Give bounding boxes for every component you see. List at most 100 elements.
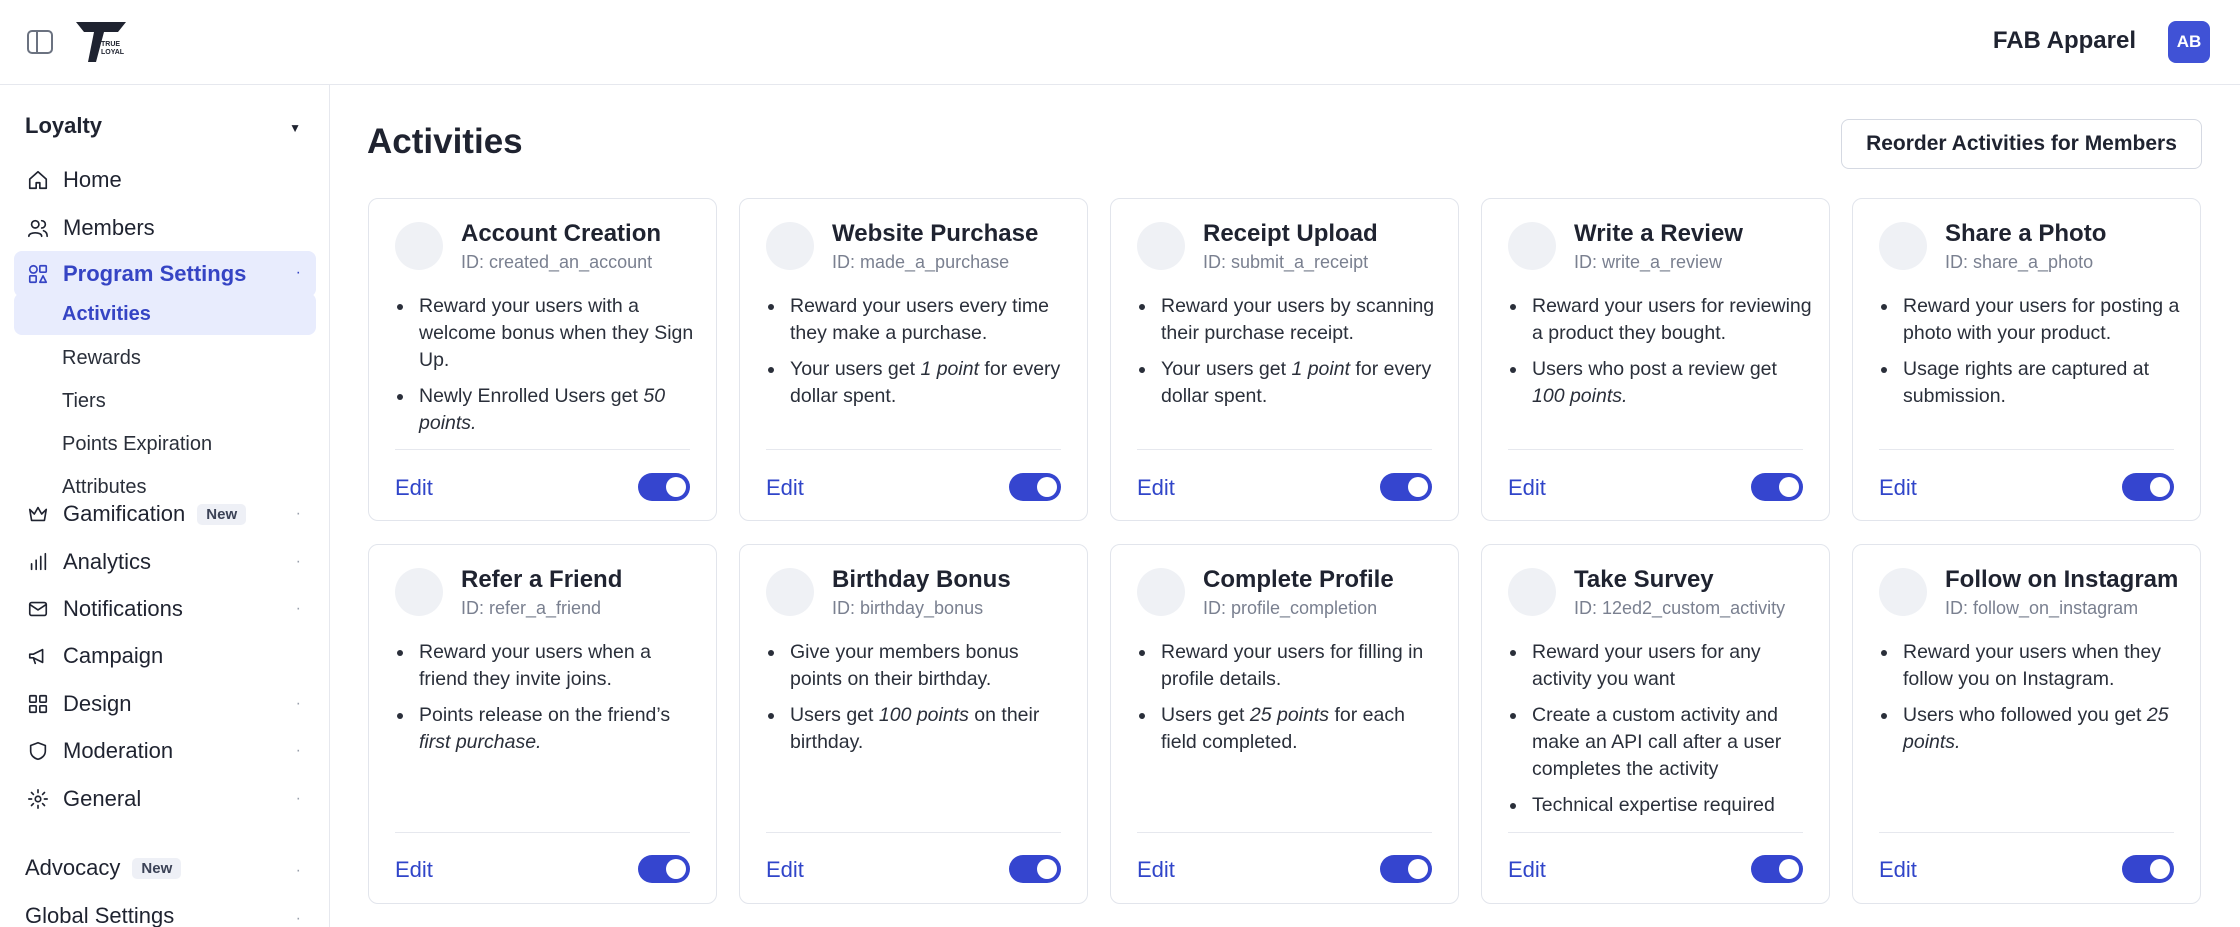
description-text: Reward your users when they follow you o…	[1903, 641, 2161, 690]
card-divider	[1508, 449, 1803, 450]
activity-card-take-survey: Take Survey ID: 12ed2_custom_activity Rewa…	[1481, 544, 1830, 904]
description-text: Reward your users every time they make a…	[790, 295, 1050, 344]
sidebar-subitem-activities[interactable]: Activities	[14, 293, 316, 335]
sidebar: Loyalty ▼ Home Members Program Settings · A…	[0, 85, 330, 927]
activity-toggle[interactable]	[1751, 855, 1803, 883]
sidebar-subitem-tiers[interactable]: Tiers	[14, 380, 316, 422]
toggle-knob	[2150, 477, 2170, 497]
expand-dot-icon[interactable]: ·	[296, 791, 301, 807]
activity-title: Share a Photo	[1945, 220, 2107, 247]
toggle-knob	[1779, 477, 1799, 497]
expand-dot-icon[interactable]: ·	[296, 554, 301, 570]
sidebar-item-label: Notifications	[63, 596, 183, 621]
sidebar-item-home[interactable]: Home	[14, 157, 316, 203]
description-text: Reward your users with a welcome bonus w…	[419, 295, 694, 371]
sidebar-item-general[interactable]: General	[14, 776, 316, 822]
sidebar-item-campaign[interactable]: Campaign	[14, 633, 316, 679]
expand-dot-icon[interactable]: ·	[296, 743, 301, 759]
user-avatar[interactable]: AB	[2168, 21, 2210, 63]
sidebar-item-moderation[interactable]: Moderation	[14, 728, 316, 774]
toggle-knob	[1037, 859, 1057, 879]
sidebar-item-gamification[interactable]: Gamification New	[14, 491, 316, 537]
activity-toggle[interactable]	[2122, 473, 2174, 501]
sidebar-item-program-settings[interactable]: Program Settings	[14, 251, 316, 297]
activity-toggle[interactable]	[638, 473, 690, 501]
sidebar-section-loyalty[interactable]: Loyalty	[25, 113, 102, 139]
activity-toggle[interactable]	[1751, 473, 1803, 501]
toggle-knob	[1408, 477, 1428, 497]
activity-icon	[1137, 568, 1185, 616]
sidebar-subitem-points-expiration[interactable]: Points Expiration	[14, 423, 316, 465]
activity-card-website-purchase: Website Purchase ID: made_a_purchase Rewar…	[739, 198, 1088, 521]
sidebar-section-global-settings[interactable]: Global Settings	[25, 903, 174, 927]
activity-description-list: Reward your users with a welcome bonus w…	[415, 293, 701, 446]
reorder-activities-button[interactable]: Reorder Activities for Members	[1841, 119, 2202, 169]
edit-link[interactable]: Edit	[395, 857, 433, 883]
brand-logo[interactable]: TRUE LOYAL	[74, 20, 128, 64]
sidebar-section-label: Loyalty	[25, 113, 103, 138]
activity-title: Account Creation	[461, 220, 662, 247]
expand-dot-icon[interactable]: ·	[296, 601, 301, 617]
activity-toggle[interactable]	[638, 855, 690, 883]
caret-down-icon[interactable]: ▼	[289, 121, 301, 135]
sidebar-toggle-icon[interactable]	[26, 29, 54, 55]
sidebar-item-label: General	[63, 786, 142, 811]
sidebar-item-label: Campaign	[63, 643, 164, 668]
activity-toggle[interactable]	[1009, 473, 1061, 501]
edit-link[interactable]: Edit	[766, 857, 804, 883]
activity-description-item: Reward your users for any activity you w…	[1528, 639, 1814, 693]
expand-dot-icon[interactable]: ·	[296, 911, 301, 927]
card-divider	[1879, 832, 2174, 833]
sidebar-item-label: Members	[63, 215, 155, 240]
edit-link[interactable]: Edit	[1879, 475, 1917, 501]
activity-toggle[interactable]	[1009, 855, 1061, 883]
edit-link[interactable]: Edit	[1137, 857, 1175, 883]
edit-link[interactable]: Edit	[1508, 475, 1546, 501]
sidebar-item-members[interactable]: Members	[14, 205, 316, 251]
activity-description-list: Reward your users for any activity you w…	[1528, 639, 1814, 828]
description-text: Users get	[790, 704, 879, 726]
activity-description-item: Users who post a review get 100 points.	[1528, 356, 1814, 410]
description-text: Reward your users for posting a photo wi…	[1903, 295, 2180, 344]
activity-description-item: Users get 100 points on their birthday.	[786, 702, 1072, 756]
activity-id: ID: made_a_purchase	[832, 252, 1010, 272]
activity-toggle[interactable]	[1380, 473, 1432, 501]
description-text: Points release on the friend’s	[419, 704, 671, 726]
description-text: Reward your users when a friend they inv…	[419, 641, 651, 690]
expand-dot-icon[interactable]: ·	[296, 506, 301, 522]
activity-toggle[interactable]	[2122, 855, 2174, 883]
description-text: Users who followed you get	[1903, 704, 2147, 726]
activity-card-write-a-review: Write a Review ID: write_a_review Reward y…	[1481, 198, 1830, 521]
sidebar-section-advocacy[interactable]: Advocacy New	[25, 855, 182, 881]
sidebar-item-analytics[interactable]: Analytics	[14, 539, 316, 585]
expand-dot-icon[interactable]: ·	[296, 696, 301, 712]
edit-link[interactable]: Edit	[1879, 857, 1917, 883]
organization-name[interactable]: FAB Apparel	[1993, 27, 2136, 55]
expand-dot-icon[interactable]: ·	[296, 265, 301, 281]
activity-card-receipt-upload: Receipt Upload ID: submit_a_receipt Reward…	[1110, 198, 1459, 521]
activity-icon	[395, 568, 443, 616]
activity-description-item: Give your members bonus points on their …	[786, 639, 1072, 693]
expand-dot-icon[interactable]: ·	[296, 863, 301, 879]
edit-link[interactable]: Edit	[1508, 857, 1546, 883]
edit-link[interactable]: Edit	[1137, 475, 1175, 501]
activity-description-item: Users get 25 points for each field compl…	[1157, 702, 1443, 756]
activity-title: Complete Profile	[1203, 566, 1394, 593]
card-divider	[1508, 832, 1803, 833]
sidebar-item-design[interactable]: Design	[14, 681, 316, 727]
sidebar-item-label: Analytics	[63, 549, 152, 574]
activity-description-item: Your users get 1 point for every dollar …	[1157, 356, 1443, 410]
description-text: Usage rights are captured at submission.	[1903, 358, 2150, 407]
activity-icon	[1879, 222, 1927, 270]
sidebar-subitem-rewards[interactable]: Rewards	[14, 337, 316, 379]
sidebar-item-label: Design	[63, 691, 132, 716]
activity-title: Birthday Bonus	[832, 566, 1011, 593]
activity-description-item: Usage rights are captured at submission.	[1899, 356, 2185, 410]
bar-chart-icon	[26, 550, 50, 574]
activity-toggle[interactable]	[1380, 855, 1432, 883]
description-text: Newly Enrolled Users get	[419, 385, 644, 407]
edit-link[interactable]: Edit	[766, 475, 804, 501]
card-divider	[395, 832, 690, 833]
sidebar-item-notifications[interactable]: Notifications	[14, 586, 316, 632]
edit-link[interactable]: Edit	[395, 475, 433, 501]
